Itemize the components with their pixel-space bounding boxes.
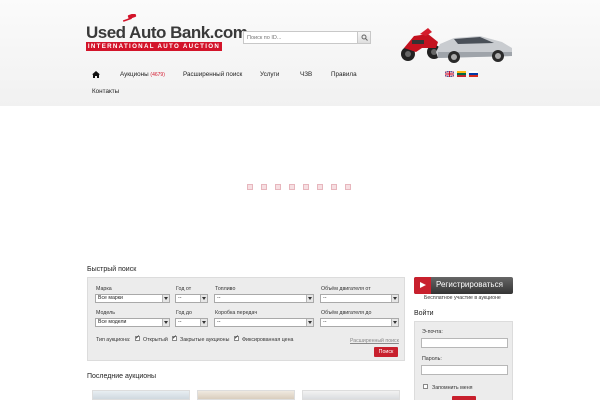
loader-square	[261, 184, 267, 190]
year-to-value: --	[178, 319, 182, 325]
header-vehicles	[401, 28, 512, 63]
year-from-label: Год от	[176, 286, 192, 292]
logo-tagline: INTERNATIONAL AUTO AUCTION	[86, 42, 222, 51]
chevron-down-icon	[200, 319, 207, 326]
quick-search-title: Быстрый поиск	[87, 266, 137, 273]
id-search	[243, 31, 371, 44]
model-label: Модель	[96, 310, 116, 316]
year-from-select[interactable]: --	[175, 294, 208, 303]
loader-square	[317, 184, 323, 190]
latest-auctions-title: Последние аукционы	[87, 373, 157, 380]
gearbox-label: Коробка передач	[215, 310, 258, 316]
loader-square	[331, 184, 337, 190]
remember-me-label: Запомнить меня	[432, 385, 473, 391]
chevron-down-icon	[162, 319, 169, 326]
year-from-value: --	[178, 295, 182, 301]
login-title: Войти	[414, 310, 434, 317]
flag-gb-icon[interactable]	[445, 71, 454, 77]
car-icon	[436, 36, 512, 63]
engine-from-value: --	[323, 295, 327, 301]
login-button[interactable]	[452, 396, 476, 400]
motorcycle-icon	[401, 28, 441, 61]
chevron-down-icon	[162, 295, 169, 302]
flag-lt-icon[interactable]	[457, 71, 466, 77]
header: Used Auto Bank.com INTERNATIONAL AUTO AU…	[0, 0, 600, 106]
nav-item-faq[interactable]: ЧЗВ	[300, 71, 312, 78]
fuel-value: --	[217, 295, 221, 301]
closed-auction-label: Закрытые аукционы	[180, 337, 230, 343]
nav-item-advanced-search[interactable]: Расширенный поиск	[183, 71, 242, 78]
engine-to-label: Объём двигателя до	[321, 310, 372, 316]
checkbox-open[interactable]	[135, 334, 140, 341]
gearbox-value: --	[217, 319, 221, 325]
year-to-select[interactable]: --	[175, 318, 208, 327]
home-icon[interactable]	[92, 71, 100, 78]
auction-thumbnail[interactable]	[302, 390, 400, 400]
loader-square	[275, 184, 281, 190]
loader-square	[345, 184, 351, 190]
engine-to-select[interactable]: --	[320, 318, 399, 327]
make-select[interactable]: Все марки	[95, 294, 170, 303]
fuel-select[interactable]: --	[214, 294, 314, 303]
email-label: Э-почта:	[422, 329, 443, 335]
year-to-label: Год до	[176, 310, 192, 316]
loader-square	[303, 184, 309, 190]
checkbox-closed[interactable]	[172, 334, 177, 341]
engine-from-select[interactable]: --	[320, 294, 399, 303]
fuel-label: Топливо	[215, 286, 236, 292]
fixed-price-label: Фиксированная цена	[242, 337, 294, 343]
search-button[interactable]	[357, 32, 370, 43]
open-auction-label: Открытый	[143, 337, 168, 343]
flag-ru-icon[interactable]	[469, 71, 478, 77]
model-select[interactable]: Все модели	[95, 318, 170, 327]
chevron-down-icon	[391, 295, 398, 302]
remember-me-checkbox[interactable]	[423, 384, 428, 389]
chevron-down-icon	[306, 295, 313, 302]
search-icon	[361, 34, 368, 41]
auction-thumbnail[interactable]	[92, 390, 190, 400]
engine-to-value: --	[323, 319, 327, 325]
nav-item-services[interactable]: Услуги	[260, 71, 279, 78]
logo-text: Used Auto Bank.com	[86, 23, 248, 42]
register-note: Бесплатное участие в аукционе	[424, 295, 501, 301]
login-panel: Э-почта: Пароль: Запомнить меня	[414, 321, 513, 400]
auction-thumbnail[interactable]	[197, 390, 295, 400]
gearbox-select[interactable]: --	[214, 318, 314, 327]
advanced-search-link[interactable]: Расширенный поиск	[350, 338, 399, 344]
password-label: Пароль:	[422, 356, 442, 362]
loader-square	[247, 184, 253, 190]
make-label: Марка	[96, 286, 112, 292]
id-search-input[interactable]	[244, 32, 358, 43]
model-select-value: Все модели	[98, 319, 127, 325]
email-field[interactable]	[421, 338, 508, 348]
loader-square	[289, 184, 295, 190]
chevron-down-icon	[391, 319, 398, 326]
nav-item-auctions[interactable]: Аукционы (4679)	[120, 71, 165, 78]
engine-from-label: Объём двигателя от	[321, 286, 371, 292]
register-button[interactable]: Регистрироваться	[414, 277, 513, 294]
auction-type-label: Тип аукциона:	[96, 337, 131, 343]
main-nav: Аукционы (4679) Расширенный поиск Услуги…	[86, 67, 516, 101]
site-logo[interactable]: Used Auto Bank.com INTERNATIONAL AUTO AU…	[86, 12, 248, 52]
chevron-down-icon	[200, 295, 207, 302]
play-arrow-icon	[414, 277, 431, 294]
register-button-label: Регистрироваться	[436, 280, 503, 289]
checkbox-fixed-price[interactable]	[234, 334, 239, 341]
nav-item-contacts[interactable]: Контакты	[92, 88, 119, 95]
quick-search-panel: Марка Год от Топливо Объём двигателя от …	[87, 277, 405, 361]
quick-search-button[interactable]: Поиск	[374, 347, 398, 357]
nav-item-label: Аукционы	[120, 71, 149, 78]
chevron-down-icon	[306, 319, 313, 326]
nav-item-rules[interactable]: Правила	[331, 71, 357, 78]
make-select-value: Все марки	[98, 295, 123, 301]
password-field[interactable]	[421, 365, 508, 375]
auction-count-badge: (4679)	[150, 72, 165, 78]
